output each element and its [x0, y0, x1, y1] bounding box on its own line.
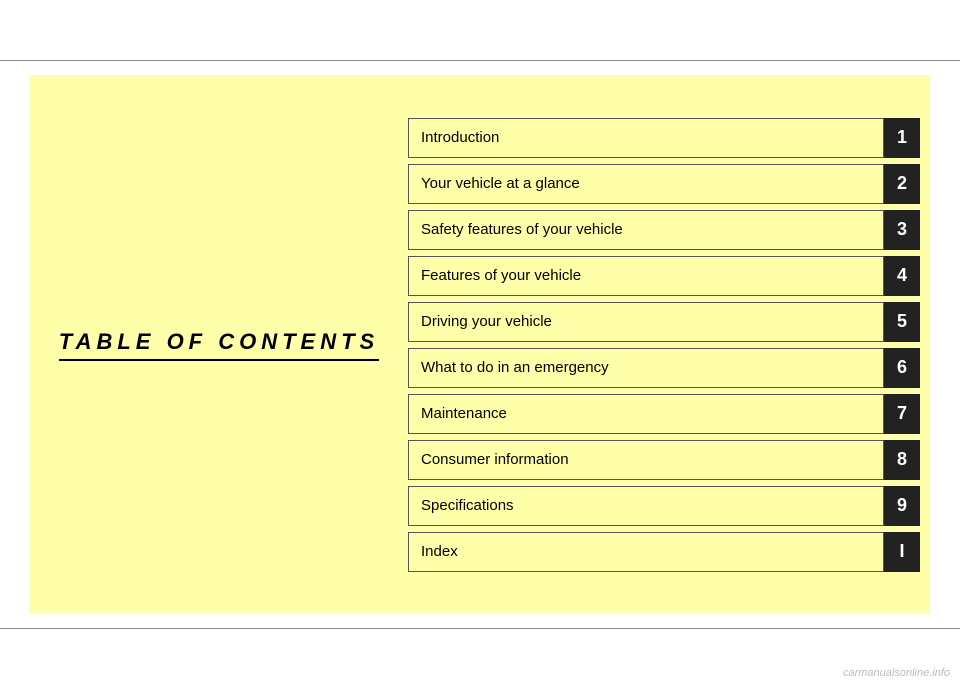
top-rule: [0, 60, 960, 61]
watermark: carmanualsonline.info: [843, 667, 950, 679]
toc-item-label: Maintenance: [408, 394, 884, 434]
toc-item[interactable]: Maintenance7: [408, 394, 920, 434]
toc-item-number: 5: [884, 302, 920, 342]
toc-item[interactable]: Specifications9: [408, 486, 920, 526]
toc-item-label: Index: [408, 532, 884, 572]
toc-item[interactable]: Safety features of your vehicle3: [408, 210, 920, 250]
toc-list: Introduction1Your vehicle at a glance2Sa…: [408, 103, 930, 587]
toc-item[interactable]: Introduction1: [408, 118, 920, 158]
toc-item-number: 6: [884, 348, 920, 388]
toc-item-label: Consumer information: [408, 440, 884, 480]
toc-item-number: 7: [884, 394, 920, 434]
toc-item-number: 9: [884, 486, 920, 526]
toc-item[interactable]: Driving your vehicle5: [408, 302, 920, 342]
bottom-rule: [0, 628, 960, 629]
toc-item-number: 1: [884, 118, 920, 158]
toc-item[interactable]: IndexI: [408, 532, 920, 572]
toc-item-number: 8: [884, 440, 920, 480]
toc-item[interactable]: Consumer information8: [408, 440, 920, 480]
toc-item-number: I: [884, 532, 920, 572]
toc-item[interactable]: Features of your vehicle4: [408, 256, 920, 296]
toc-item-label: Your vehicle at a glance: [408, 164, 884, 204]
main-container: TABLE OF CONTENTS Introduction1Your vehi…: [30, 75, 930, 614]
toc-item[interactable]: Your vehicle at a glance2: [408, 164, 920, 204]
toc-item-label: Features of your vehicle: [408, 256, 884, 296]
toc-item-label: Driving your vehicle: [408, 302, 884, 342]
toc-item-number: 2: [884, 164, 920, 204]
toc-item-label: Introduction: [408, 118, 884, 158]
toc-title: TABLE OF CONTENTS: [59, 329, 379, 361]
toc-item-number: 3: [884, 210, 920, 250]
toc-item-label: What to do in an emergency: [408, 348, 884, 388]
toc-item[interactable]: What to do in an emergency6: [408, 348, 920, 388]
toc-item-label: Safety features of your vehicle: [408, 210, 884, 250]
left-panel: TABLE OF CONTENTS: [30, 309, 408, 381]
toc-item-label: Specifications: [408, 486, 884, 526]
toc-item-number: 4: [884, 256, 920, 296]
